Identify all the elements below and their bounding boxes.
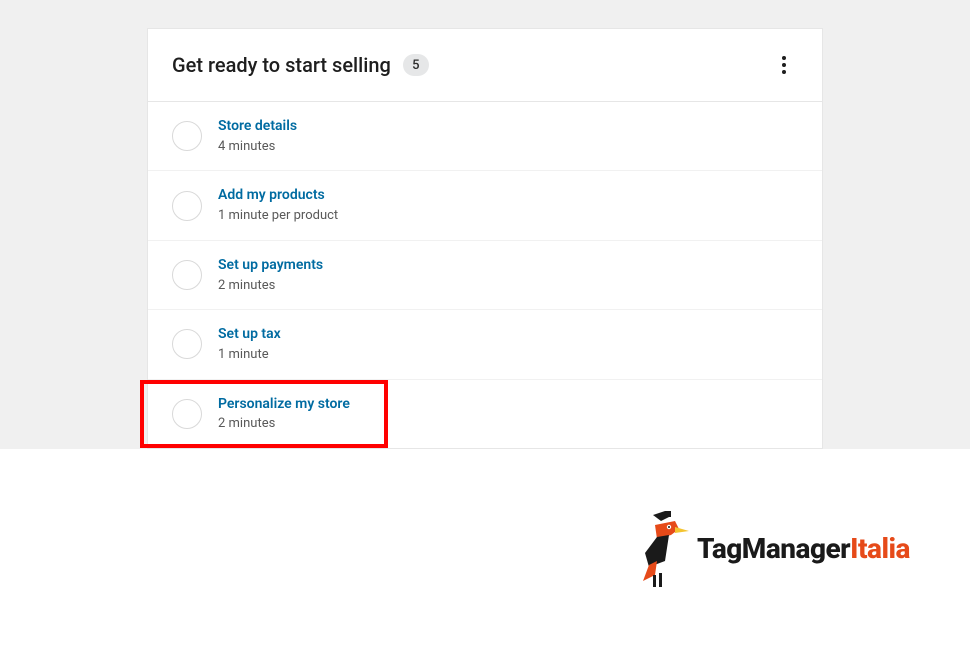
task-status-circle-icon bbox=[172, 399, 202, 429]
footer-area: TagManagerItalia bbox=[0, 449, 970, 589]
brand-text-accent: Italia bbox=[850, 532, 910, 565]
task-status-circle-icon bbox=[172, 191, 202, 221]
setup-card: Get ready to start selling 5 Store detai… bbox=[147, 28, 823, 449]
task-time: 2 minutes bbox=[218, 416, 350, 432]
task-count-badge: 5 bbox=[403, 54, 429, 76]
task-title: Store details bbox=[218, 118, 297, 135]
task-add-my-products[interactable]: Add my products 1 minute per product bbox=[148, 171, 822, 240]
task-time: 4 minutes bbox=[218, 139, 297, 155]
brand-text-main: TagManager bbox=[697, 532, 850, 565]
task-title: Add my products bbox=[218, 187, 338, 204]
card-header: Get ready to start selling 5 bbox=[148, 29, 822, 102]
task-status-circle-icon bbox=[172, 121, 202, 151]
task-set-up-payments[interactable]: Set up payments 2 minutes bbox=[148, 241, 822, 310]
task-time: 1 minute per product bbox=[218, 208, 338, 224]
task-store-details[interactable]: Store details 4 minutes bbox=[148, 102, 822, 171]
woodpecker-logo-icon bbox=[635, 509, 691, 589]
setup-panel-area: Get ready to start selling 5 Store detai… bbox=[0, 0, 970, 449]
task-text: Set up payments 2 minutes bbox=[218, 257, 323, 293]
kebab-menu-icon bbox=[782, 56, 786, 74]
task-time: 1 minute bbox=[218, 347, 281, 363]
task-status-circle-icon bbox=[172, 329, 202, 359]
brand-logo-block: TagManagerItalia bbox=[635, 509, 910, 589]
task-set-up-tax[interactable]: Set up tax 1 minute bbox=[148, 310, 822, 379]
task-status-circle-icon bbox=[172, 260, 202, 290]
task-title: Set up tax bbox=[218, 326, 281, 343]
task-personalize-my-store[interactable]: Personalize my store 2 minutes bbox=[148, 380, 822, 448]
task-text: Store details 4 minutes bbox=[218, 118, 297, 154]
task-title: Set up payments bbox=[218, 257, 323, 274]
card-title: Get ready to start selling bbox=[172, 53, 391, 77]
more-options-button[interactable] bbox=[770, 51, 798, 79]
task-title: Personalize my store bbox=[218, 396, 350, 413]
task-text: Set up tax 1 minute bbox=[218, 326, 281, 362]
task-time: 2 minutes bbox=[218, 278, 323, 294]
highlighted-task-wrap: Personalize my store 2 minutes bbox=[140, 380, 830, 448]
task-text: Personalize my store 2 minutes bbox=[218, 396, 350, 432]
task-text: Add my products 1 minute per product bbox=[218, 187, 338, 223]
card-header-left: Get ready to start selling 5 bbox=[172, 53, 429, 77]
brand-text: TagManagerItalia bbox=[697, 532, 910, 565]
